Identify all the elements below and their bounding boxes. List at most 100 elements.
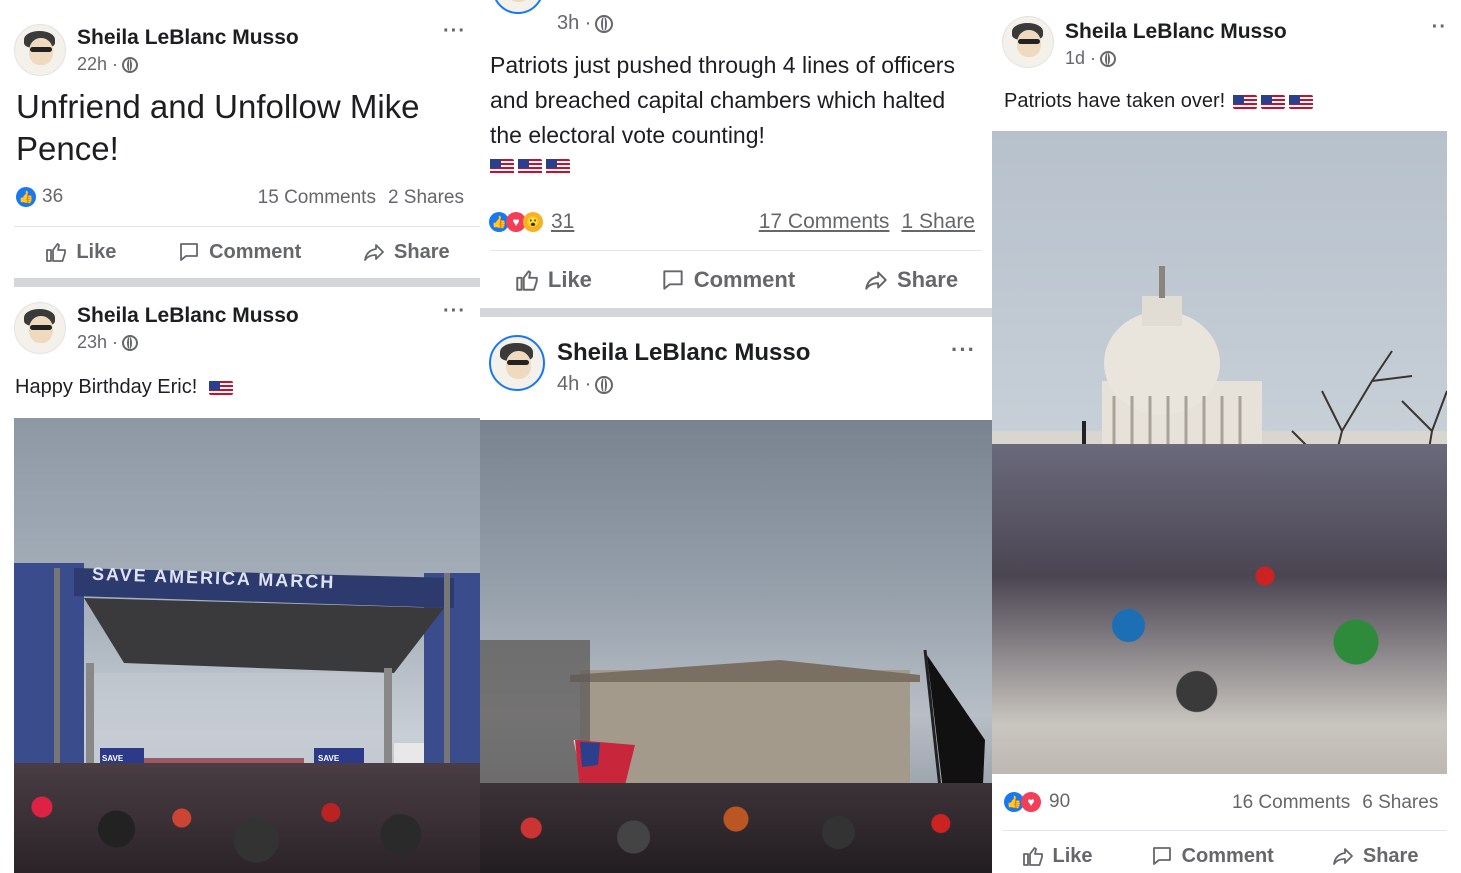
us-flag-emoji xyxy=(1260,94,1285,109)
more-icon[interactable]: ··· xyxy=(443,300,466,323)
reactions[interactable]: 👍 36 xyxy=(16,186,63,208)
post-time[interactable]: 4h · xyxy=(557,373,591,396)
post-time[interactable]: 1d · xyxy=(1065,48,1096,69)
comment-label: Comment xyxy=(209,240,302,263)
post-meta: 22h · xyxy=(77,54,299,75)
wow-reaction-icon: 😮 xyxy=(523,212,543,232)
avatar[interactable] xyxy=(489,335,545,391)
us-flag-emoji xyxy=(208,380,233,395)
share-label: Share xyxy=(394,240,450,263)
engagement-counts: 15 Comments 2 Shares xyxy=(258,187,464,209)
author-name[interactable]: Sheila LeBlanc Musso xyxy=(77,26,299,50)
us-flag-emoji xyxy=(1288,94,1313,109)
feed-separator xyxy=(14,278,480,287)
share-count[interactable]: 6 Shares xyxy=(1362,792,1438,814)
action-bar: Like Comment Share xyxy=(480,263,992,297)
reaction-count: 90 xyxy=(1049,791,1071,812)
author-name[interactable]: Sheila LeBlanc Musso xyxy=(557,339,810,367)
share-label: Share xyxy=(1362,844,1419,867)
comment-icon xyxy=(180,243,198,261)
comment-label: Comment xyxy=(1181,844,1274,867)
comment-icon xyxy=(1152,847,1171,865)
post-card: 3h · Patriots just pushed through 4 line… xyxy=(480,0,992,308)
post-photo[interactable] xyxy=(992,131,1447,774)
comment-count[interactable]: 16 Comments xyxy=(1232,792,1350,814)
more-icon[interactable]: ··· xyxy=(443,20,466,43)
comment-icon xyxy=(663,270,683,290)
us-flag-emoji xyxy=(1232,94,1257,109)
post-text: Happy Birthday Eric! xyxy=(15,376,233,399)
avatar[interactable] xyxy=(14,302,66,354)
share-count[interactable]: 2 Shares xyxy=(388,187,464,209)
post-header: Sheila LeBlanc Musso 22h · xyxy=(14,24,299,76)
like-label: Like xyxy=(1052,844,1093,867)
post-photo[interactable]: SAVE AMERICA MARCH SAVE AMERICA SAVE AME… xyxy=(14,418,480,873)
engagement-counts: 16 Comments 6 Shares xyxy=(1232,792,1438,814)
action-bar: Like Comment Share xyxy=(14,236,480,268)
comment-button[interactable]: Comment xyxy=(660,267,795,293)
divider xyxy=(1002,830,1447,831)
comment-button[interactable]: Comment xyxy=(1150,844,1274,868)
post-text-content: Patriots just pushed through 4 lines of … xyxy=(490,52,955,148)
post-header: Sheila LeBlanc Musso 1d · xyxy=(1002,16,1287,69)
action-bar: Like Comment Share xyxy=(992,840,1447,872)
post-card: Sheila LeBlanc Musso 4h · ··· xyxy=(480,317,992,873)
flag-emojis xyxy=(490,159,960,175)
comment-count[interactable]: 15 Comments xyxy=(258,187,376,209)
avatar[interactable] xyxy=(1002,16,1054,68)
comment-button[interactable]: Comment xyxy=(177,240,301,264)
share-button[interactable]: Share xyxy=(1331,844,1419,868)
reactions[interactable]: 👍 ♥ 😮 31 xyxy=(489,210,574,234)
share-count[interactable]: 1 Share xyxy=(901,210,975,234)
post-photo[interactable] xyxy=(480,420,992,873)
more-icon[interactable]: ··· xyxy=(951,337,976,363)
post-text: Patriots have taken over! xyxy=(1004,90,1313,113)
globe-icon xyxy=(1100,50,1117,67)
post-text: Patriots just pushed through 4 lines of … xyxy=(490,48,960,175)
post-meta: 23h · xyxy=(77,332,299,353)
like-button[interactable]: Like xyxy=(514,267,592,293)
globe-icon xyxy=(122,56,139,73)
like-button[interactable]: Like xyxy=(44,240,116,264)
globe-icon xyxy=(122,334,139,351)
post-text-content: Happy Birthday Eric! xyxy=(15,376,198,398)
love-reaction-icon: ♥ xyxy=(1021,792,1041,812)
post-text-content: Patriots have taken over! xyxy=(1004,90,1226,112)
engagement-counts: 17 Comments 1 Share xyxy=(759,210,975,234)
share-button[interactable]: Share xyxy=(863,267,958,293)
like-label: Like xyxy=(76,240,117,263)
share-icon xyxy=(865,271,887,290)
globe-icon xyxy=(595,375,614,394)
thumbs-up-icon xyxy=(516,270,538,291)
more-icon[interactable]: ·· xyxy=(1432,16,1447,39)
thumbs-up-icon xyxy=(46,243,67,262)
avatar[interactable] xyxy=(14,24,66,76)
comment-label: Comment xyxy=(693,267,796,292)
reactions[interactable]: 👍 ♥ 90 xyxy=(1004,791,1070,813)
post-time[interactable]: 3h · xyxy=(557,12,591,35)
crowd xyxy=(992,444,1447,774)
author-name[interactable]: Sheila LeBlanc Musso xyxy=(1065,20,1287,44)
comment-count[interactable]: 17 Comments xyxy=(759,210,890,234)
reaction-count: 36 xyxy=(42,186,64,207)
crowd xyxy=(480,783,992,873)
us-flag-emoji xyxy=(490,159,514,175)
globe-icon xyxy=(595,14,614,33)
share-button[interactable]: Share xyxy=(362,240,450,264)
like-button[interactable]: Like xyxy=(1021,844,1093,868)
post-header: Sheila LeBlanc Musso 23h · xyxy=(14,302,299,354)
author-name[interactable]: Sheila LeBlanc Musso xyxy=(77,304,299,328)
crowd xyxy=(14,763,480,873)
post-meta: 1d · xyxy=(1065,48,1287,69)
post-meta: 4h · xyxy=(557,373,810,396)
like-label: Like xyxy=(547,267,592,292)
post-time[interactable]: 23h · xyxy=(77,332,118,353)
post-card: Sheila LeBlanc Musso 22h · ··· Unfriend … xyxy=(14,10,480,278)
share-label: Share xyxy=(896,267,959,292)
share-icon xyxy=(1332,848,1353,865)
post-card: Sheila LeBlanc Musso 1d · ·· Patriots ha… xyxy=(992,10,1447,873)
share-icon xyxy=(364,244,384,261)
us-flag-emoji xyxy=(518,159,542,175)
avatar[interactable] xyxy=(492,0,544,14)
post-time[interactable]: 22h · xyxy=(77,54,118,75)
